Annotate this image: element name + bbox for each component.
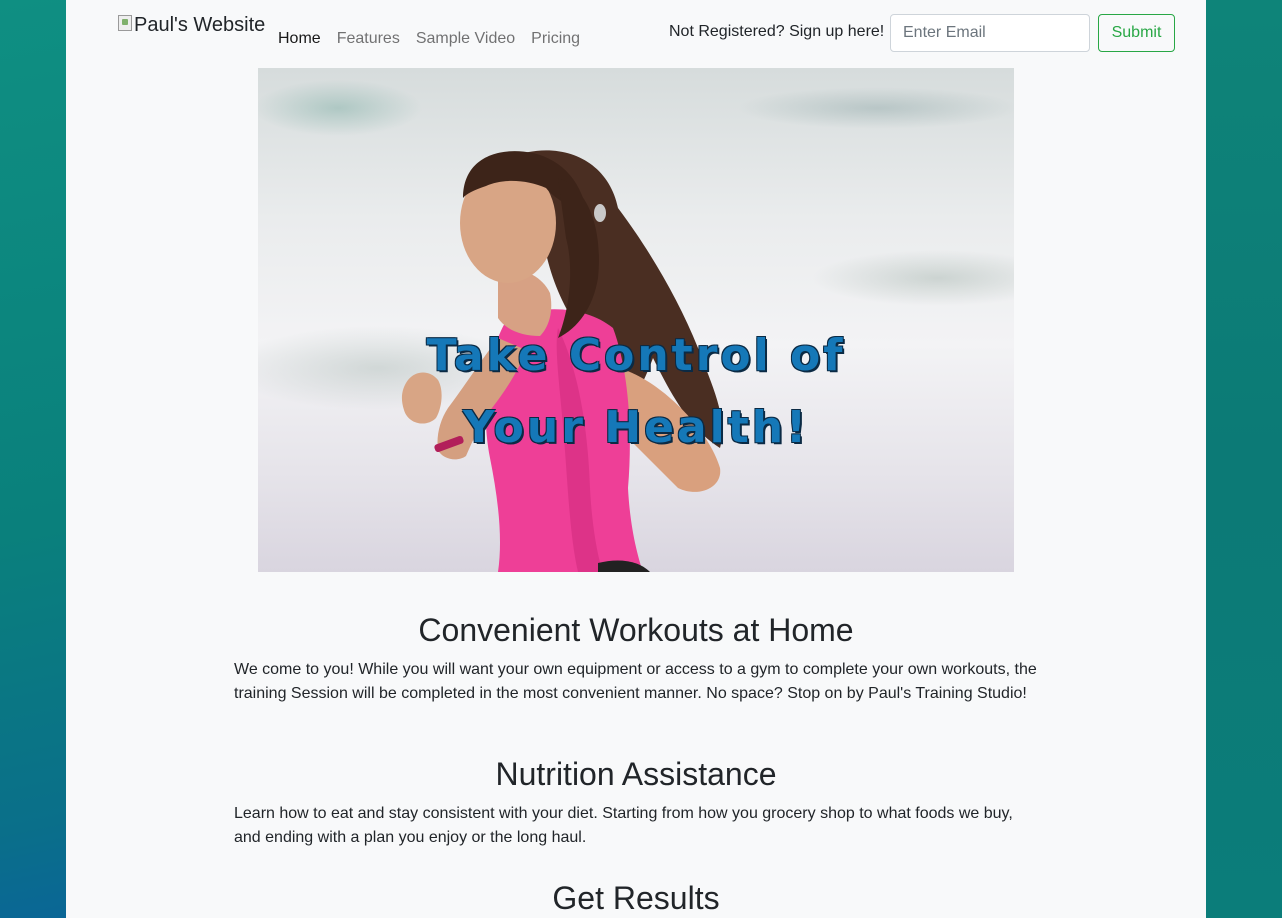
submit-button[interactable]: Submit	[1098, 14, 1175, 52]
section-text-nutrition: Learn how to eat and stay consistent wit…	[234, 805, 1013, 846]
broken-image-icon	[118, 14, 132, 31]
section-title-nutrition: Nutrition Assistance	[495, 756, 777, 792]
nav-home[interactable]: Home	[278, 30, 321, 48]
hero-headline-line2: Your Health!	[462, 402, 810, 453]
hero-headline-line1: Take Control of	[426, 330, 846, 381]
signup-prompt: Not Registered? Sign up here!	[669, 23, 885, 40]
section-text-workouts: We come to you! While you will want your…	[234, 661, 1037, 702]
brand-logo[interactable]: Paul's Website	[118, 14, 265, 37]
nav-pricing[interactable]: Pricing	[531, 30, 580, 48]
nav-features[interactable]: Features	[337, 30, 400, 48]
main-nav: Home Features Sample Video Pricing	[278, 30, 580, 48]
nav-sample-video[interactable]: Sample Video	[416, 30, 515, 48]
brand-logo-alt: Paul's Website	[134, 14, 266, 36]
section-title-workouts: Convenient Workouts at Home	[418, 612, 854, 648]
email-input[interactable]	[890, 14, 1090, 52]
page-container: Paul's Website Home Features Sample Vide…	[66, 0, 1206, 918]
hero-image: Take Control of Your Health!	[258, 68, 1014, 572]
background-right	[1206, 0, 1282, 918]
section-title-results: Get Results	[552, 880, 720, 916]
runner-illustration	[401, 150, 723, 572]
